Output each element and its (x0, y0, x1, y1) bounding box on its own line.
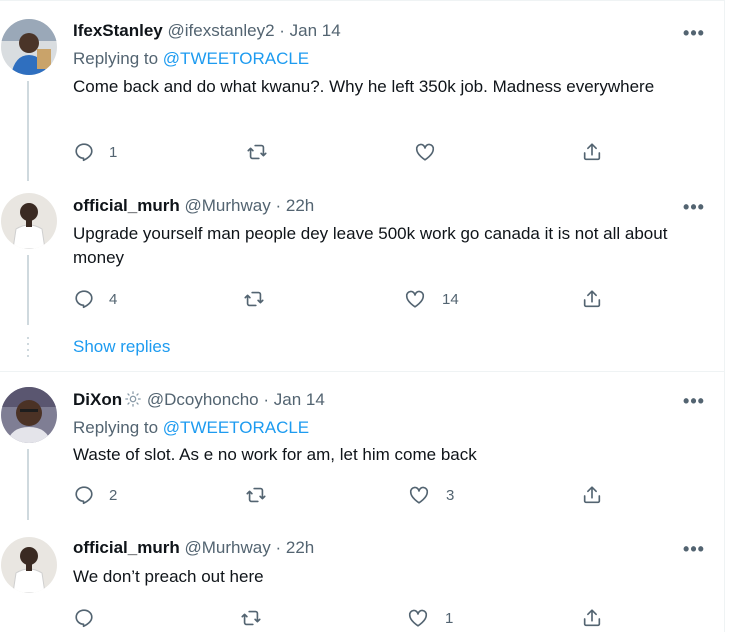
more-options-icon[interactable]: ••• (681, 198, 707, 221)
reply-icon (75, 143, 93, 162)
thread-line (27, 449, 29, 520)
replying-to-link[interactable]: @TWEETORACLE (163, 418, 309, 437)
avatar[interactable] (1, 193, 57, 249)
tweet-ifexstanley[interactable]: IfexStanley @ifexstanley2 · Jan 14 ••• R… (0, 1, 725, 181)
reply-button[interactable] (73, 606, 109, 630)
reply-icon (75, 609, 93, 628)
show-replies-link[interactable]: Show replies (73, 335, 170, 359)
share-button[interactable] (581, 287, 603, 311)
heart-icon (415, 143, 435, 161)
like-count: 14 (442, 290, 459, 308)
separator-dot: · (275, 196, 282, 215)
author-name[interactable]: IfexStanley (73, 21, 163, 40)
reply-feed: IfexStanley @ifexstanley2 · Jan 14 ••• R… (0, 0, 725, 632)
share-icon (583, 609, 601, 627)
like-button[interactable]: 14 (404, 287, 459, 311)
share-button[interactable] (581, 606, 603, 630)
author-name[interactable]: official_murh (73, 538, 180, 557)
reply-icon (75, 290, 93, 309)
heart-icon (408, 609, 428, 627)
tweet-dixon[interactable]: DiXon @Dcoyhoncho · Jan 14 ••• Replying … (0, 372, 725, 520)
share-icon (583, 486, 601, 504)
like-count: 3 (446, 486, 455, 504)
like-count: 1 (445, 609, 454, 627)
author-handle[interactable]: @ifexstanley2 (168, 21, 275, 40)
more-options-icon[interactable]: ••• (681, 392, 707, 415)
avatar[interactable] (1, 19, 57, 75)
tweet-header: IfexStanley @ifexstanley2 · Jan 14 (73, 20, 341, 42)
thread-line (27, 255, 29, 325)
reply-count: 1 (109, 143, 118, 161)
author-name[interactable]: DiXon (73, 390, 122, 409)
tweet-text: We don’t preach out here (73, 567, 264, 586)
reply-button[interactable]: 1 (73, 140, 117, 164)
retweet-button[interactable] (245, 483, 281, 507)
like-button[interactable]: 1 (407, 606, 453, 630)
tweet-text: Waste of slot. As e no work for am, let … (73, 445, 477, 464)
share-icon (583, 143, 601, 161)
retweet-button[interactable] (240, 606, 276, 630)
tweet-official-murh-2[interactable]: official_murh @Murhway · 22h ••• We don’… (0, 520, 725, 633)
sparkle-badge-icon (125, 391, 141, 407)
separator-dot: · (263, 390, 270, 409)
more-options-icon[interactable]: ••• (681, 24, 707, 47)
reply-button[interactable]: 4 (73, 287, 117, 311)
replying-to-label: Replying to (73, 49, 159, 68)
thread-dots (27, 337, 29, 357)
tweet-time[interactable]: 22h (286, 538, 314, 557)
avatar[interactable] (1, 387, 57, 443)
tweet-time[interactable]: Jan 14 (274, 390, 325, 409)
tweet-time[interactable]: Jan 14 (290, 21, 341, 40)
tweet-header: official_murh @Murhway · 22h (73, 537, 314, 559)
replying-to-link[interactable]: @TWEETORACLE (163, 49, 309, 68)
tweet-header: DiXon @Dcoyhoncho · Jan 14 (73, 389, 325, 411)
more-options-icon[interactable]: ••• (681, 540, 707, 563)
replying-to: Replying to @TWEETORACLE (73, 48, 309, 70)
replying-to: Replying to @TWEETORACLE (73, 417, 309, 439)
reply-icon (75, 486, 93, 505)
separator-dot: · (275, 538, 282, 557)
tweet-time[interactable]: 22h (286, 196, 314, 215)
retweet-button[interactable] (246, 140, 282, 164)
reply-button[interactable]: 2 (73, 483, 117, 507)
retweet-icon (241, 610, 261, 626)
share-icon (583, 290, 601, 308)
reply-count: 2 (109, 486, 118, 504)
tweet-text: Upgrade yourself man people dey leave 50… (73, 224, 668, 267)
author-name[interactable]: official_murh (73, 196, 180, 215)
thread-line (27, 81, 29, 181)
separator-dot: · (279, 21, 285, 40)
heart-icon (409, 486, 429, 504)
share-button[interactable] (581, 140, 603, 164)
like-button[interactable] (414, 140, 450, 164)
retweet-icon (244, 291, 264, 307)
author-handle[interactable]: @Murhway (184, 196, 270, 215)
avatar[interactable] (1, 537, 57, 593)
retweet-icon (247, 144, 267, 160)
tweet-text: Come back and do what kwanu?. Why he lef… (73, 77, 655, 96)
share-button[interactable] (581, 483, 603, 507)
tweet-header: official_murh @Murhway · 22h (73, 195, 314, 217)
retweet-icon (246, 487, 266, 503)
retweet-button[interactable] (243, 287, 279, 311)
like-button[interactable]: 3 (408, 483, 454, 507)
reply-count: 4 (109, 290, 118, 308)
author-handle[interactable]: @Dcoyhoncho (147, 390, 259, 409)
replying-to-label: Replying to (73, 418, 159, 437)
heart-icon (405, 290, 425, 308)
author-handle[interactable]: @Murhway (184, 538, 270, 557)
